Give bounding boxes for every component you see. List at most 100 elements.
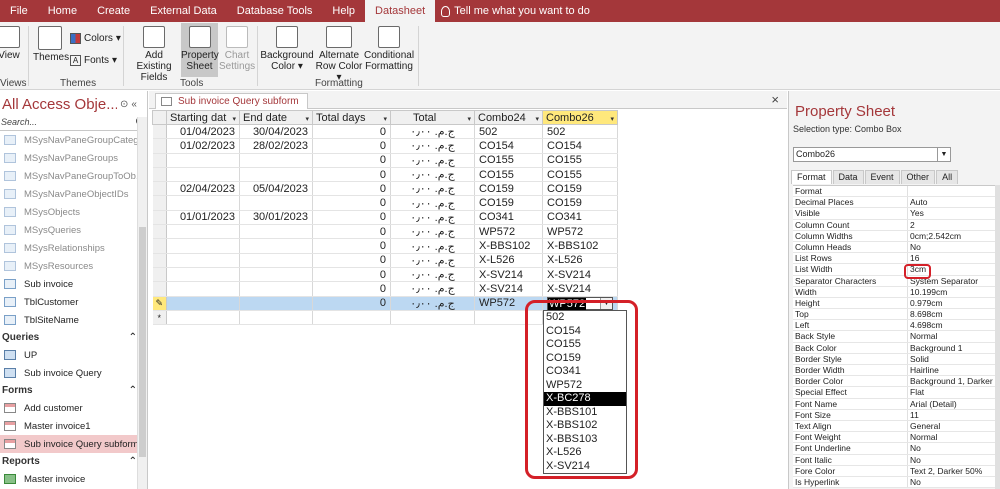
column-header-combo26[interactable]: Combo26 ▾ — [542, 110, 618, 125]
record-selector[interactable] — [152, 253, 167, 268]
cell-starting-date[interactable]: 01/02/2023 — [166, 138, 240, 154]
chevron-down-icon[interactable]: ▾ — [232, 115, 236, 123]
cell-combo26[interactable]: CO154 — [542, 138, 618, 154]
property-scrollbar[interactable] — [995, 185, 1000, 489]
property-value[interactable]: Normal — [908, 432, 996, 442]
cell-combo26[interactable]: CO155 — [542, 167, 618, 183]
property-value[interactable]: Solid — [908, 354, 996, 364]
property-value[interactable]: 11 — [908, 410, 996, 420]
property-sheet-button[interactable]: Property Sheet — [181, 23, 219, 77]
property-value[interactable]: Hairline — [908, 365, 996, 375]
cell-combo24[interactable]: X-SV214 — [474, 267, 543, 283]
background-color-button[interactable]: Background Color ▾ — [260, 26, 314, 72]
cell-starting-date[interactable] — [166, 267, 240, 283]
cell-end-date[interactable] — [239, 296, 313, 311]
cell-combo24[interactable]: CO155 — [474, 153, 543, 168]
cell-combo24[interactable]: CO341 — [474, 210, 543, 226]
cell-total[interactable]: ج.م.‏ ٠٫٠٠ — [390, 153, 475, 168]
property-row[interactable]: Border Style Solid — [793, 353, 996, 365]
alternate-row-color-button[interactable]: Alternate Row Color ▾ — [312, 26, 366, 83]
property-value[interactable]: Yes — [908, 208, 996, 218]
cell-combo24[interactable]: X-BBS102 — [474, 238, 543, 254]
menu-datasheet[interactable]: Datasheet — [365, 0, 436, 22]
cell-starting-date[interactable]: 01/04/2023 — [166, 124, 240, 140]
chevron-down-icon[interactable]: ▾ — [383, 115, 387, 123]
nav-scrollbar[interactable] — [137, 117, 147, 489]
property-value[interactable]: No — [908, 455, 996, 465]
cell-total[interactable]: ج.م.‏ ٠٫٠٠ — [390, 253, 475, 268]
nav-item-system-table[interactable]: MSysResources — [0, 257, 147, 275]
dropdown-option[interactable]: 502 — [544, 311, 626, 325]
cell-total[interactable]: ج.م.‏ ٠٫٠٠ — [390, 210, 475, 226]
dropdown-option[interactable]: X-BC278 — [544, 392, 626, 406]
nav-item-system-table[interactable]: MSysQueries — [0, 221, 147, 239]
cell-starting-date[interactable] — [166, 195, 240, 211]
cell-starting-date[interactable] — [166, 167, 240, 183]
cell-total[interactable]: ج.م.‏ ٠٫٠٠ — [390, 224, 475, 240]
cell-starting-date[interactable] — [166, 238, 240, 254]
doc-tab-sub-invoice-query-subform[interactable]: Sub invoice Query subform — [155, 93, 308, 109]
cell-end-date[interactable] — [239, 167, 313, 183]
property-value[interactable]: No — [908, 443, 996, 453]
cell-end-date[interactable]: 30/04/2023 — [239, 124, 313, 140]
property-value[interactable]: 0.979cm — [908, 298, 996, 308]
chevron-down-icon[interactable]: ▾ — [610, 115, 614, 123]
cell-total[interactable]: ج.م.‏ ٠٫٠٠ — [390, 138, 475, 154]
cell-total[interactable]: ج.م.‏ ٠٫٠٠ — [390, 124, 475, 140]
colors-button[interactable]: Colors ▾ — [70, 33, 121, 44]
cell-total[interactable]: ج.م.‏ ٠٫٠٠ — [390, 238, 475, 254]
property-row[interactable]: Font Name Arial (Detail) — [793, 398, 996, 410]
object-selector[interactable]: Combo26 ▼ — [793, 147, 951, 162]
property-row[interactable]: Column Count 2 — [793, 219, 996, 231]
property-value[interactable] — [908, 186, 996, 196]
record-selector[interactable] — [152, 181, 167, 197]
cell-total-days[interactable]: 0 — [312, 224, 391, 240]
nav-search-input[interactable]: Search... — [0, 117, 147, 131]
cell-total-days[interactable]: 0 — [312, 267, 391, 283]
property-row[interactable]: Height 0.979cm — [793, 297, 996, 310]
chevron-down-icon[interactable]: ▾ — [467, 115, 471, 123]
property-value[interactable]: Background 1, Darker — [908, 376, 996, 386]
cell-combo24[interactable]: CO154 — [474, 138, 543, 154]
nav-section-reports[interactable]: Reports ⌃ — [0, 453, 147, 470]
cell-end-date[interactable] — [239, 238, 313, 254]
property-row[interactable]: Top 8.698cm — [793, 309, 996, 321]
cell-combo26[interactable]: X-SV214 — [542, 281, 618, 297]
cell-combo26[interactable]: WP572 — [542, 224, 618, 240]
combo26-dropdown-list[interactable]: 502 CO154 CO155 CO159 CO341 WP572 X-BC278 X-BBS… — [543, 310, 627, 474]
record-selector[interactable] — [152, 195, 167, 211]
cell-total[interactable]: ج.م.‏ ٠٫٠٠ — [390, 296, 475, 311]
nav-item-form[interactable]: Add customer — [0, 399, 147, 417]
cell-total-days[interactable]: 0 — [312, 124, 391, 140]
property-row[interactable]: List Width 3cm — [793, 264, 996, 276]
dropdown-option[interactable]: X-SV214 — [544, 460, 626, 474]
tab-other[interactable]: Other — [900, 170, 936, 184]
conditional-formatting-button[interactable]: Conditional Formatting — [364, 26, 414, 72]
cell-end-date[interactable]: 28/02/2023 — [239, 138, 313, 154]
dropdown-option[interactable]: CO341 — [544, 365, 626, 379]
property-value[interactable]: 4.698cm — [908, 320, 996, 330]
cell-total-days[interactable]: 0 — [312, 195, 391, 211]
cell-combo24[interactable]: X-L526 — [474, 253, 543, 268]
property-value[interactable]: General — [908, 421, 996, 431]
add-existing-fields-button[interactable]: Add Existing Fields — [128, 26, 180, 83]
property-row[interactable]: Format — [793, 186, 996, 198]
nav-item-query[interactable]: Sub invoice Query — [0, 364, 147, 382]
chevron-down-icon[interactable]: ▼ — [937, 148, 950, 161]
cell-combo24[interactable]: CO159 — [474, 195, 543, 211]
dropdown-option[interactable]: X-BBS102 — [544, 419, 626, 433]
fonts-button[interactable]: A Fonts ▾ — [70, 55, 117, 66]
cell-total-days[interactable]: 0 — [312, 281, 391, 297]
nav-item-table[interactable]: TblSiteName — [0, 311, 147, 329]
property-row[interactable]: Column Heads No — [793, 241, 996, 254]
close-icon[interactable]: × — [771, 92, 779, 107]
cell-starting-date[interactable] — [166, 253, 240, 268]
chevron-down-icon[interactable]: ▾ — [305, 115, 309, 123]
cell-starting-date[interactable] — [166, 153, 240, 168]
shutter-bar-icon[interactable]: « — [131, 99, 137, 110]
record-selector[interactable] — [152, 210, 167, 226]
cell-end-date[interactable] — [239, 310, 313, 326]
tab-all[interactable]: All — [936, 170, 959, 184]
property-value[interactable]: No — [908, 477, 996, 487]
tab-format[interactable]: Format — [791, 170, 832, 184]
